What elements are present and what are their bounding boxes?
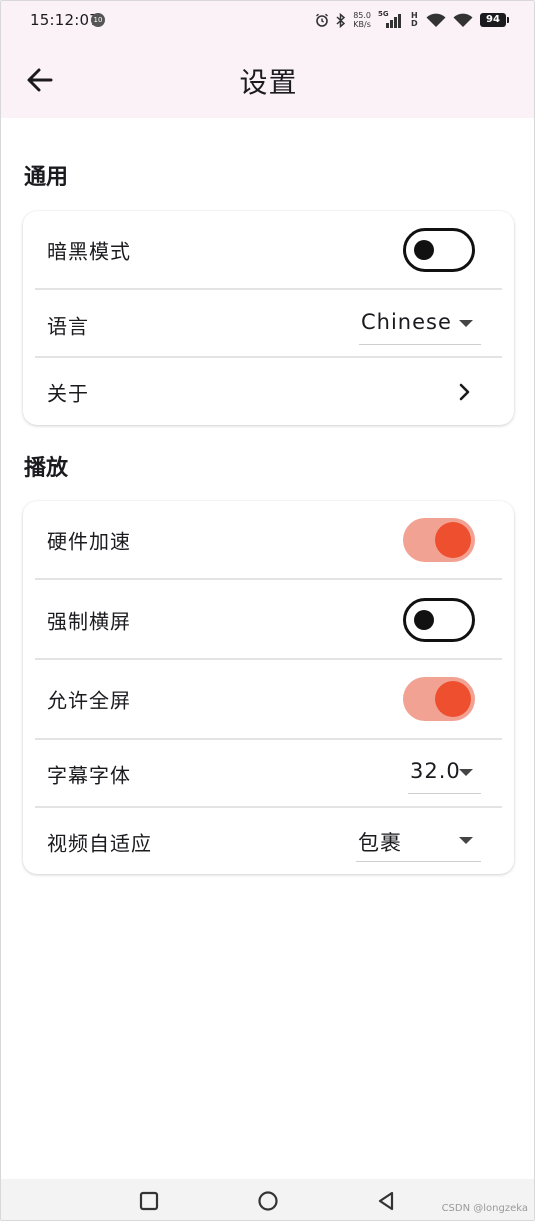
allow-fullscreen-label: 允许全屏: [47, 688, 131, 713]
status-bar: 15:12:07 10 85.0 KB/s 5G HD 94: [1, 1, 534, 39]
force-landscape-toggle[interactable]: [403, 598, 475, 642]
alarm-icon: [316, 13, 329, 27]
settings-screen: 15:12:07 10 85.0 KB/s 5G HD 94 设置 通用 暗黑模…: [0, 0, 535, 1221]
cell-signal: 5G: [378, 10, 404, 28]
about-label: 关于: [47, 381, 89, 406]
setting-row-video-fit: 视频自适应 包裹: [23, 808, 514, 874]
status-icons: 85.0 KB/s 5G HD 94: [315, 9, 509, 31]
system-navigation-bar: CSDN @longzeka: [1, 1179, 534, 1220]
section-title-general: 通用: [24, 165, 69, 190]
setting-row-dark-mode[interactable]: 暗黑模式: [23, 211, 514, 289]
top-area: 15:12:07 10 85.0 KB/s 5G HD 94 设置: [1, 1, 534, 118]
notification-badge-icon: 10: [91, 13, 105, 27]
hw-accel-toggle[interactable]: [403, 518, 475, 562]
toggle-knob: [435, 522, 471, 558]
setting-row-subtitle-font: 字幕字体 32.0: [23, 740, 514, 807]
video-fit-label: 视频自适应: [47, 831, 152, 856]
toggle-knob: [414, 610, 434, 630]
dark-mode-toggle[interactable]: [403, 228, 475, 272]
force-landscape-label: 强制横屏: [47, 609, 131, 634]
watermark: CSDN @longzeka: [441, 1203, 528, 1214]
hw-accel-label: 硬件加速: [47, 529, 131, 554]
subtitle-font-label: 字幕字体: [47, 763, 131, 788]
setting-row-force-landscape[interactable]: 强制横屏: [23, 580, 514, 658]
hd-tag: HD: [411, 11, 418, 28]
setting-row-hw-accel[interactable]: 硬件加速: [23, 501, 514, 579]
home-circle-icon[interactable]: [257, 1190, 279, 1212]
video-fit-dropdown[interactable]: 包裹: [356, 822, 481, 862]
setting-row-about[interactable]: 关于: [23, 358, 514, 425]
language-label: 语言: [47, 314, 89, 339]
general-settings-card: 暗黑模式 语言 Chinese 关于: [23, 211, 514, 425]
bluetooth-icon: [336, 12, 346, 28]
cell-signal-icon: [386, 14, 401, 28]
net-speed: 85.0 KB/s: [353, 11, 371, 29]
language-dropdown[interactable]: Chinese: [359, 305, 481, 345]
status-time: 15:12:07: [30, 11, 99, 29]
language-value: Chinese: [361, 310, 452, 334]
back-triangle-icon[interactable]: [375, 1190, 397, 1212]
section-title-playback: 播放: [24, 456, 69, 481]
battery-icon: 94: [480, 13, 509, 27]
net-speed-unit: KB/s: [353, 20, 371, 29]
dropdown-arrow-icon: [459, 769, 473, 776]
setting-row-language: 语言 Chinese: [23, 290, 514, 357]
dropdown-arrow-icon: [459, 837, 473, 844]
page-title: 设置: [239, 66, 298, 99]
net-speed-value: 85.0: [353, 11, 371, 20]
setting-row-allow-fullscreen[interactable]: 允许全屏: [23, 660, 514, 738]
dropdown-arrow-icon: [459, 320, 473, 327]
wifi-icon-secondary: [453, 13, 473, 27]
subtitle-font-dropdown[interactable]: 32.0: [408, 754, 481, 794]
allow-fullscreen-toggle[interactable]: [403, 677, 475, 721]
subtitle-font-value: 32.0: [410, 759, 461, 783]
toggle-knob: [414, 240, 434, 260]
video-fit-value: 包裹: [358, 831, 402, 855]
recent-apps-square-icon[interactable]: [138, 1190, 160, 1212]
wifi-icon: [426, 13, 446, 27]
playback-settings-card: 硬件加速 强制横屏 允许全屏 字幕字体 32.0 视频自适应 包裹: [23, 501, 514, 874]
dark-mode-label: 暗黑模式: [47, 239, 131, 264]
toggle-knob: [435, 681, 471, 717]
chevron-right-icon[interactable]: [454, 382, 474, 402]
